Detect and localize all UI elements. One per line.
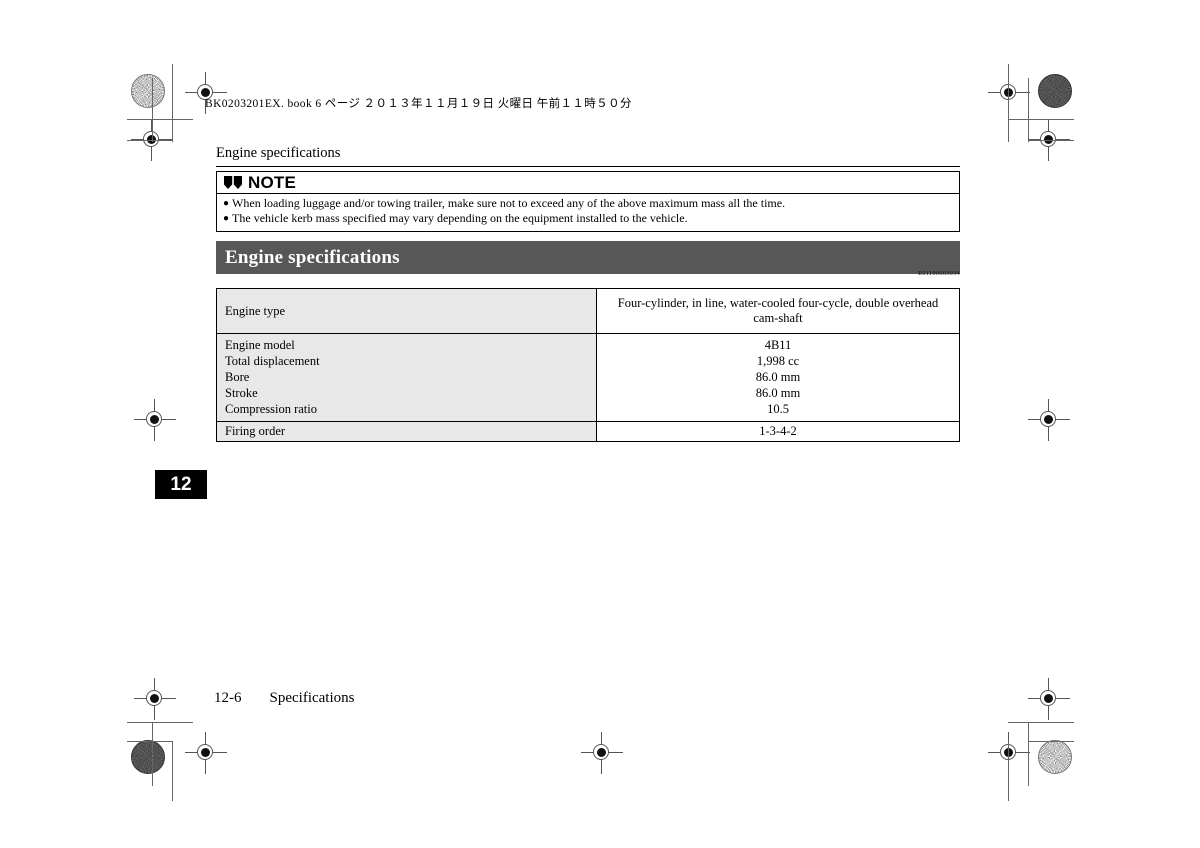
registration-rosette-top-left — [131, 74, 165, 108]
table-row: Engine type Four-cylinder, in line, wate… — [216, 288, 960, 334]
footer-chapter-name: Specifications — [269, 690, 355, 706]
trim-line — [1028, 722, 1029, 786]
trim-line — [1008, 64, 1009, 142]
figure-reference-code: E01100603934 — [918, 270, 960, 277]
registration-crosshair-bottom-right — [988, 732, 1030, 774]
registration-rosette-bottom-right — [1038, 740, 1072, 774]
spec-value-cell: 1-3-4-2 — [596, 421, 960, 442]
trim-line — [152, 78, 153, 142]
registration-crosshair-middle-left — [134, 399, 176, 441]
trim-line — [1028, 78, 1029, 142]
spec-label-cell: Engine type — [216, 288, 597, 334]
note-header: NOTE — [217, 172, 959, 194]
note-list-item: ● When loading luggage and/or towing tra… — [223, 196, 953, 212]
note-list-item: ● The vehicle kerb mass specified may va… — [223, 211, 953, 227]
spec-value-line: 1,998 cc — [756, 354, 800, 368]
section-title-bar: Engine specifications — [216, 241, 960, 274]
spec-value-group-cell: 4B11 1,998 cc 86.0 mm 86.0 mm 10.5 — [596, 333, 960, 422]
spec-label-cell: Firing order — [216, 421, 597, 442]
page-footer: 12-6 Specifications — [214, 690, 354, 707]
registration-crosshair-bottom-right-upper — [1028, 678, 1070, 720]
table-row: Firing order 1-3-4-2 — [216, 421, 960, 442]
footer-page-number: 12-6 — [214, 690, 242, 706]
trim-line — [1008, 119, 1074, 120]
registration-crosshair-bottom-center — [581, 732, 623, 774]
registration-crosshair-top-left-lower — [131, 119, 173, 161]
registration-rosette-bottom-left — [131, 740, 165, 774]
trim-line — [1028, 140, 1074, 141]
trim-line — [127, 119, 193, 120]
spec-value-line: 86.0 mm — [755, 370, 801, 384]
chapter-number-tab: 12 — [155, 470, 207, 499]
registration-crosshair-top-right — [988, 72, 1030, 114]
trim-line — [127, 722, 193, 723]
trim-line — [1008, 722, 1074, 723]
print-job-header: BK0203201EX. book 6 ページ ２０１３年１１月１９日 火曜日 … — [205, 98, 632, 110]
registration-rosette-top-right — [1038, 74, 1072, 108]
spec-label-group-cell: Engine model Total displacement Bore Str… — [216, 333, 597, 422]
section-label-divider — [216, 166, 960, 167]
trim-line — [1008, 741, 1009, 801]
table-row-group: Engine model Total displacement Bore Str… — [216, 333, 960, 422]
note-bullet-icon: ● — [223, 213, 230, 225]
trim-line — [1028, 741, 1074, 742]
trim-line — [127, 741, 172, 742]
running-section-label: Engine specifications — [216, 145, 341, 161]
spec-label-line: Compression ratio — [225, 402, 318, 416]
note-callout-box: NOTE ● When loading luggage and/or towin… — [216, 171, 960, 232]
note-item-text: When loading luggage and/or towing trail… — [232, 195, 786, 210]
spec-label-line: Bore — [225, 370, 250, 384]
note-title: NOTE — [248, 173, 297, 192]
spec-label-line: Stroke — [225, 386, 258, 400]
spec-value-line: 10.5 — [767, 402, 789, 416]
note-bullet-icon: ● — [223, 197, 230, 209]
spec-label-line: Engine model — [225, 338, 295, 352]
trim-line — [127, 140, 172, 141]
spec-value-cell: Four-cylinder, in line, water-cooled fou… — [596, 288, 960, 334]
trim-line — [172, 741, 173, 801]
registration-crosshair-bottom-left — [185, 732, 227, 774]
engine-specifications-table: Engine type Four-cylinder, in line, wate… — [216, 288, 960, 442]
section-title-text: Engine specifications — [225, 246, 400, 268]
trim-line — [172, 64, 173, 142]
spec-label-line: Total displacement — [225, 354, 320, 368]
registration-crosshair-middle-right — [1028, 399, 1070, 441]
note-item-text: The vehicle kerb mass specified may vary… — [232, 211, 688, 226]
note-body: ● When loading luggage and/or towing tra… — [217, 194, 959, 231]
trim-line — [152, 722, 153, 786]
spec-value-line: 4B11 — [764, 338, 792, 352]
spec-value-line: 86.0 mm — [755, 386, 801, 400]
registration-crosshair-top-right-lower — [1028, 119, 1070, 161]
registration-crosshair-bottom-left-upper — [134, 678, 176, 720]
open-book-icon — [224, 176, 242, 190]
